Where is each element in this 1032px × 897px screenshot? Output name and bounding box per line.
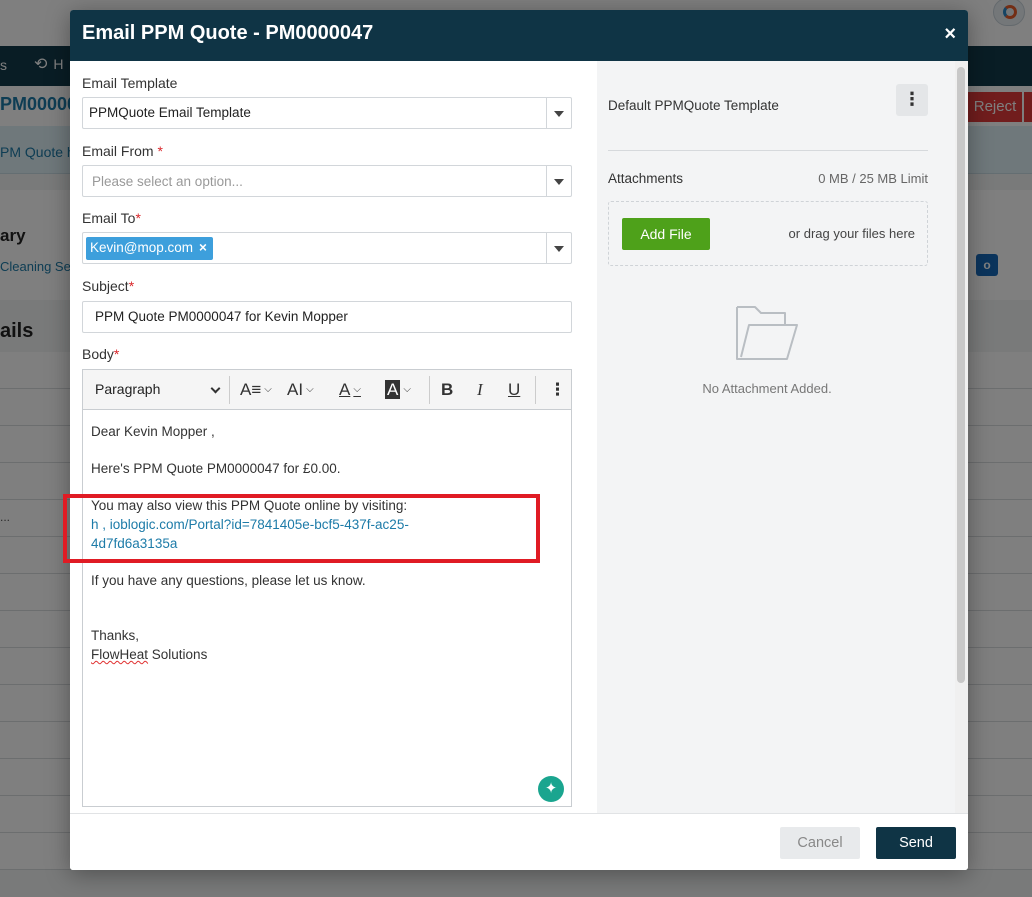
modal-title: Email PPM Quote - PM0000047 (82, 22, 374, 44)
ai-assist-icon[interactable]: ✦ (538, 776, 564, 802)
bold-button[interactable]: B (441, 380, 453, 400)
misspelled-word[interactable]: FlowHeat (91, 647, 148, 662)
email-modal: Email PPM Quote - PM0000047 × Email Temp… (70, 10, 968, 870)
font-size-button[interactable]: A≡ ⌵ (240, 380, 272, 400)
close-icon[interactable]: × (944, 24, 956, 44)
select-divider (546, 98, 547, 128)
from-label-text: Email From (82, 143, 154, 159)
caret-down-icon[interactable] (554, 179, 564, 185)
subject-label-text: Subject (82, 278, 129, 294)
font-size-icon: A≡ (240, 380, 262, 399)
template-select[interactable]: PPMQuote Email Template (82, 97, 572, 129)
highlight-box (63, 494, 540, 563)
subject-input[interactable]: PPM Quote PM0000047 for Kevin Mopper (82, 301, 572, 333)
subject-label: Subject* (82, 278, 134, 294)
body-label-text: Body (82, 346, 114, 362)
folder-icon (736, 306, 798, 360)
body-line: If you have any questions, please let us… (91, 573, 366, 588)
to-label-text: Email To (82, 210, 136, 226)
company-line: FlowHeat Solutions (91, 645, 561, 664)
toolbar-divider (535, 376, 536, 404)
from-placeholder: Please select an option... (92, 174, 243, 189)
paragraph-format-select[interactable]: Paragraph (95, 381, 221, 397)
caret-down-icon[interactable] (554, 246, 564, 252)
required-mark: * (113, 346, 120, 362)
cancel-button[interactable]: Cancel (780, 827, 860, 859)
attachment-limit: 0 MB / 25 MB Limit (818, 171, 928, 186)
greeting-line: Dear Kevin Mopper , (91, 424, 215, 439)
send-button[interactable]: Send (876, 827, 956, 859)
required-mark: * (157, 143, 163, 159)
chevron-down-icon: ⌵ (264, 384, 272, 395)
to-select[interactable]: Kevin@mop.com × (82, 232, 572, 264)
drag-hint: or drag your files here (788, 226, 915, 241)
sign-off-line: Thanks, (91, 628, 140, 643)
toolbar-divider (229, 376, 230, 404)
editor-toolbar: Paragraph A≡ ⌵ AI ⌵ A ⌵ A ⌵ B I U ⋮ (83, 370, 571, 410)
company-suffix: Solutions (148, 647, 208, 662)
email-form: Email Template PPMQuote Email Template E… (70, 61, 597, 813)
text-case-icon: AI (287, 380, 304, 399)
panel-divider (608, 150, 928, 151)
caret-down-icon[interactable] (554, 111, 564, 117)
chevron-down-icon: ⌵ (353, 384, 361, 395)
required-mark: * (128, 278, 135, 294)
paragraph-format-label: Paragraph (95, 381, 161, 397)
template-name: Default PPMQuote Template (608, 98, 779, 113)
from-select[interactable]: Please select an option... (82, 165, 572, 197)
highlight-icon: A (385, 380, 401, 399)
file-dropzone[interactable]: Add File or drag your files here (608, 201, 928, 266)
body-editor[interactable]: Paragraph A≡ ⌵ AI ⌵ A ⌵ A ⌵ B I U ⋮ Dear Kev… (82, 369, 572, 807)
font-color-button[interactable]: A ⌵ (339, 380, 361, 400)
recipient-tag: Kevin@mop.com × (86, 237, 213, 260)
add-file-button[interactable]: Add File (622, 218, 710, 250)
chevron-down-icon: ⌵ (306, 384, 314, 395)
font-case-button[interactable]: AI ⌵ (287, 380, 314, 400)
body-line: Here's PPM Quote PM0000047 for £0.00. (91, 461, 341, 476)
select-divider (546, 166, 547, 196)
chevron-down-icon: ⌵ (403, 384, 411, 395)
toolbar-divider (429, 376, 430, 404)
empty-attachments-text: No Attachment Added. (702, 381, 832, 396)
remove-recipient-icon[interactable]: × (199, 240, 207, 255)
recipient-email: Kevin@mop.com (90, 240, 193, 255)
more-options-icon[interactable]: ⋮ (549, 380, 566, 400)
template-options-icon[interactable]: ⋮ (896, 84, 928, 116)
scrollbar-thumb[interactable] (957, 67, 965, 683)
body-label: Body* (82, 346, 119, 362)
underline-button[interactable]: U (508, 380, 520, 400)
modal-footer: Cancel Send (70, 813, 968, 870)
subject-value: PPM Quote PM0000047 for Kevin Mopper (95, 309, 348, 324)
to-label: Email To* (82, 210, 141, 226)
required-mark: * (135, 210, 141, 226)
attachments-label: Attachments (608, 171, 684, 186)
modal-header: Email PPM Quote - PM0000047 × (70, 10, 968, 61)
template-value: PPMQuote Email Template (89, 105, 251, 120)
template-label: Email Template (82, 75, 178, 91)
from-label: Email From * (82, 143, 163, 159)
chevron-down-icon (210, 383, 221, 394)
font-color-icon: A (339, 380, 351, 399)
select-divider (546, 233, 547, 263)
attachments-panel: Default PPMQuote Template ⋮ Attachments … (597, 61, 968, 813)
italic-button[interactable]: I (477, 380, 483, 400)
highlight-button[interactable]: A ⌵ (385, 380, 411, 400)
